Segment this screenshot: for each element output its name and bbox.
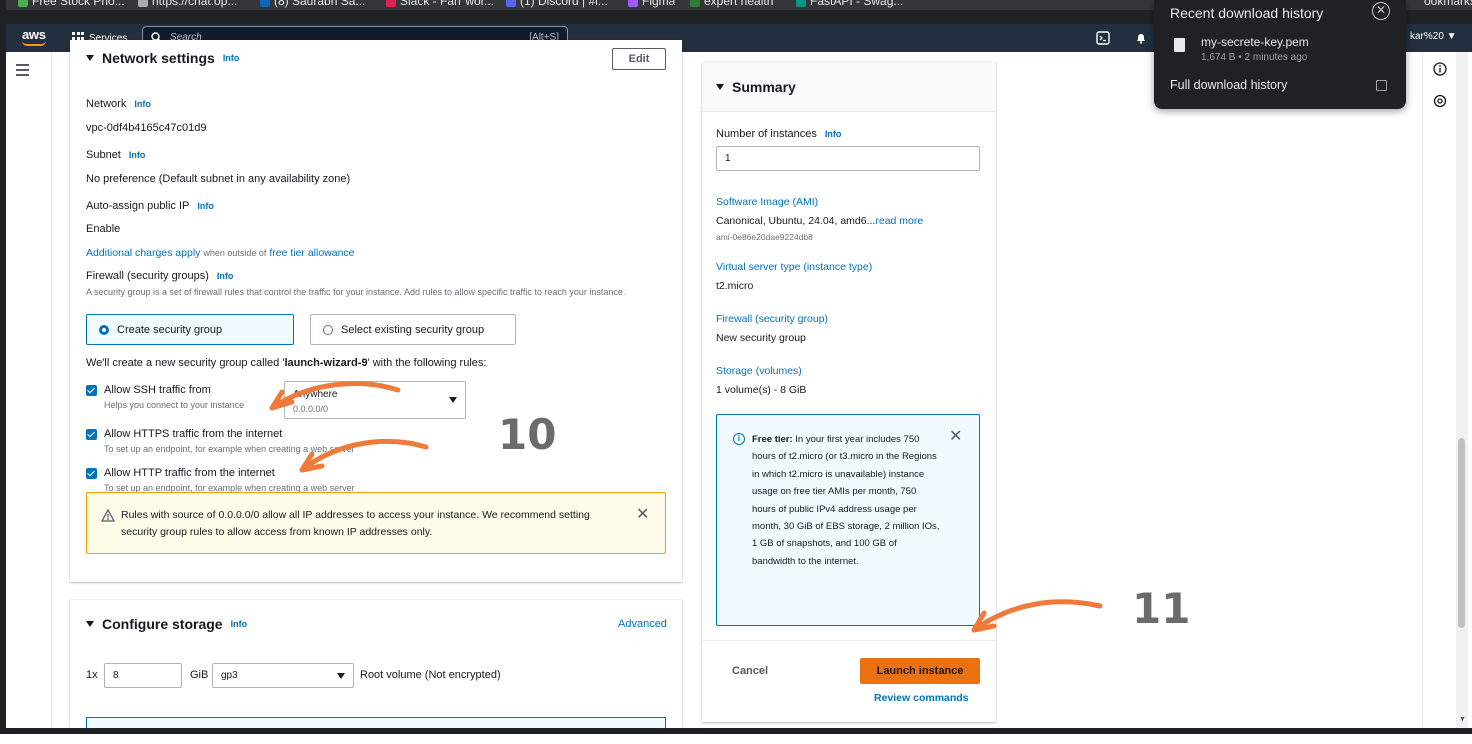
frame-white-strip [0,734,1472,744]
annotation-step-number: 11 [1132,584,1191,633]
annotation-arrows [269,381,1103,633]
annotation-step-number: 10 [498,410,557,459]
